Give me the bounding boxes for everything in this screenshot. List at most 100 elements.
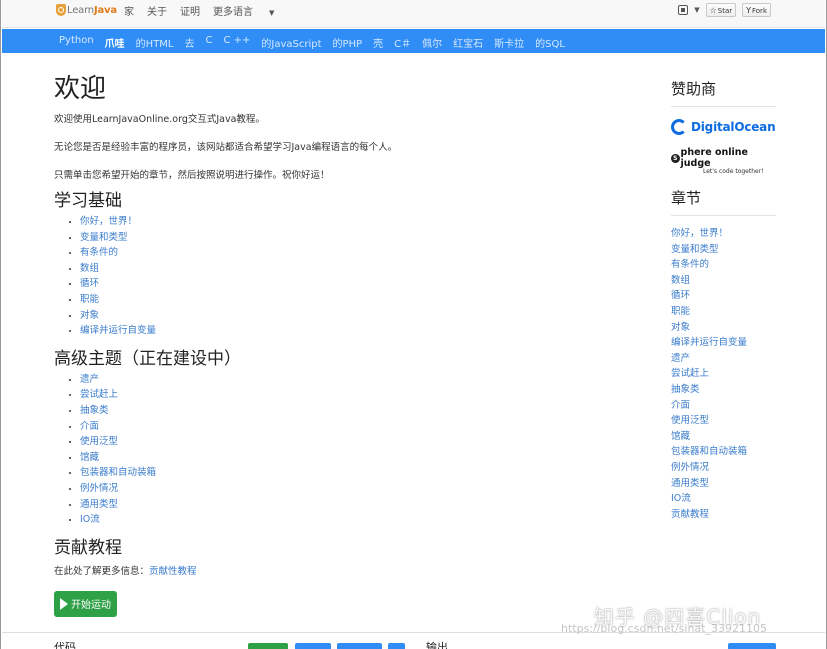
page-title: 欢迎 <box>54 74 107 104</box>
chapter-link[interactable]: 使用泛型 <box>671 413 776 429</box>
advanced-link[interactable]: 尝试赶上 <box>80 387 624 403</box>
output-label: 输出 <box>426 641 448 649</box>
browser-page: LearnJava 家 关于 证明 更多语言 ▼ ▼ ☆Star YFork Py… <box>0 0 827 649</box>
output-action-button[interactable] <box>728 643 776 649</box>
language-tab[interactable]: 的PHP <box>333 35 363 50</box>
nav-home[interactable]: 家 <box>124 3 134 18</box>
chapter-link[interactable]: 贡献教程 <box>671 507 776 523</box>
translate-icon[interactable] <box>678 5 689 15</box>
nav-about[interactable]: 关于 <box>147 3 167 18</box>
basics-link[interactable]: 有条件的 <box>80 245 624 261</box>
basics-link[interactable]: 数组 <box>80 261 624 277</box>
chapters-list: 你好，世界！ 变量和类型 有条件的 数组 循环 职能 对象 编译并运行自变量 遗产 尝试赶上 抽象类… <box>671 226 776 522</box>
language-tab[interactable]: 的SQL <box>535 35 565 50</box>
nav-certificate[interactable]: 证明 <box>180 3 200 18</box>
chapters-heading: 章节 <box>671 187 776 216</box>
intro-paragraph-2: 无论您是否是经验丰富的程序员，该网站都适合希望学习Java编程语言的每个人。 <box>54 142 398 153</box>
chapter-link[interactable]: 职能 <box>671 304 776 320</box>
language-tab[interactable]: 去 <box>185 35 195 50</box>
play-icon <box>60 597 68 610</box>
logo-prefix: Learn <box>67 4 94 16</box>
chapter-link[interactable]: IO流 <box>671 491 776 507</box>
contribute-text: 在此处了解更多信息：贡献性教程 <box>54 565 197 577</box>
sphere-tagline: Let's code together! <box>703 168 764 175</box>
coffee-cup-icon <box>56 4 66 16</box>
start-exercise-button[interactable]: 开始运动 <box>54 590 117 617</box>
chapter-link[interactable]: 抽象类 <box>671 382 776 398</box>
language-bar: Python 爪哇 的HTML 去 C C ++ 的JavaScript 的PHP 壳 C＃ 佩尔红… <box>2 29 825 53</box>
logo-brand: Java <box>93 4 117 16</box>
basics-heading: 学习基础 <box>54 191 122 211</box>
caret-down-icon: ▼ <box>269 9 275 17</box>
advanced-link[interactable]: 通用类型 <box>80 497 624 513</box>
advanced-link[interactable]: IO流 <box>80 512 624 528</box>
language-tab[interactable]: 斯卡拉 <box>494 35 524 50</box>
language-tab[interactable]: 壳 <box>373 35 383 50</box>
github-star-button[interactable]: ☆Star <box>705 3 737 17</box>
language-tab[interactable]: C＃ <box>394 35 411 50</box>
language-list: Python 爪哇 的HTML 去 C C ++ 的JavaScript 的PHP 壳 C＃ 佩尔红… <box>59 35 576 50</box>
language-tab[interactable]: 爪哇 <box>105 35 125 50</box>
chapter-link[interactable]: 介面 <box>671 398 776 414</box>
basics-link[interactable]: 你好，世界！ <box>80 214 624 230</box>
advanced-link[interactable]: 馆藏 <box>80 450 624 466</box>
digitalocean-sponsor[interactable]: DigitalOcean <box>671 119 776 135</box>
chapter-link[interactable]: 循环 <box>671 288 776 304</box>
basics-link[interactable]: 编译并运行自变量 <box>80 323 624 339</box>
github-fork-button[interactable]: YFork <box>742 3 771 17</box>
fork-icon: Y <box>746 6 751 15</box>
chapter-link[interactable]: 通用类型 <box>671 476 776 492</box>
chapter-link[interactable]: 尝试赶上 <box>671 366 776 382</box>
solution-button[interactable] <box>337 643 382 649</box>
settings-button[interactable] <box>388 643 405 649</box>
run-button[interactable] <box>248 643 288 649</box>
advanced-heading: 高级主题（正在建设中） <box>54 348 241 369</box>
chapter-link[interactable]: 例外情况 <box>671 460 776 476</box>
language-tab[interactable]: 的HTML <box>136 35 174 50</box>
reset-button[interactable] <box>295 643 331 649</box>
advanced-link[interactable]: 抽象类 <box>80 403 624 419</box>
sphere-online-judge-sponsor[interactable]: Sphere online judge Let's code together! <box>671 147 776 175</box>
advanced-link[interactable]: 例外情况 <box>80 481 624 497</box>
top-nav: 家 关于 证明 更多语言 ▼ <box>124 3 300 18</box>
sponsors-heading: 赞助商 <box>671 78 776 107</box>
chapter-link[interactable]: 有条件的 <box>671 257 776 273</box>
csdn-watermark: https://blog.csdn.net/sinat_33921105 <box>561 622 767 635</box>
basics-link[interactable]: 对象 <box>80 308 624 324</box>
site-logo[interactable]: LearnJava <box>56 4 117 16</box>
chapter-link[interactable]: 数组 <box>671 273 776 289</box>
intro-paragraph-1: 欢迎使用LearnJavaOnline.org交互式Java教程。 <box>54 114 265 125</box>
language-tab[interactable]: C <box>206 35 213 50</box>
chapter-link[interactable]: 遗产 <box>671 351 776 367</box>
basics-link[interactable]: 变量和类型 <box>80 230 624 246</box>
advanced-link[interactable]: 遗产 <box>80 372 624 388</box>
advanced-link[interactable]: 使用泛型 <box>80 434 624 450</box>
intro-paragraph-3: 只需单击您希望开始的章节，然后按照说明进行操作。祝你好运！ <box>54 170 330 181</box>
top-navbar: LearnJava 家 关于 证明 更多语言 ▼ ▼ ☆Star YFork <box>2 0 825 28</box>
language-tab[interactable]: 的JavaScript <box>261 35 321 50</box>
main-content: 欢迎 欢迎使用LearnJavaOnline.org交互式Java教程。 无论您… <box>54 72 624 617</box>
chapter-link[interactable]: 包装器和自动装箱 <box>671 444 776 460</box>
language-tab[interactable]: Python <box>59 35 94 50</box>
basics-link[interactable]: 循环 <box>80 276 624 292</box>
contribute-heading: 贡献教程 <box>54 537 122 558</box>
chapter-link[interactable]: 馆藏 <box>671 429 776 445</box>
caret-down-icon[interactable]: ▼ <box>694 6 699 14</box>
basics-link[interactable]: 职能 <box>80 292 624 308</box>
contribute-link[interactable]: 贡献性教程 <box>149 566 197 577</box>
chapter-link[interactable]: 变量和类型 <box>671 242 776 258</box>
advanced-list: 遗产尝试赶上抽象类介面使用泛型馆藏包装器和自动装箱例外情况通用类型IO流 <box>80 372 624 528</box>
nav-more-languages[interactable]: 更多语言 ▼ <box>213 3 287 18</box>
chapter-link[interactable]: 编译并运行自变量 <box>671 335 776 351</box>
language-tab[interactable]: 红宝石 <box>453 35 483 50</box>
language-tab[interactable]: C ++ <box>223 35 250 50</box>
language-tab[interactable]: 佩尔 <box>422 35 442 50</box>
advanced-link[interactable]: 介面 <box>80 419 624 435</box>
advanced-link[interactable]: 包装器和自动装箱 <box>80 465 624 481</box>
chapter-link[interactable]: 你好，世界！ <box>671 226 776 242</box>
code-label: 代码 <box>54 641 76 649</box>
basics-list: 你好，世界！变量和类型有条件的数组循环职能对象编译并运行自变量 <box>80 214 624 339</box>
sidebar: 赞助商 DigitalOcean Sphere online judge Let… <box>671 78 776 522</box>
top-right-tools: ▼ ☆Star YFork <box>678 3 771 17</box>
chapter-link[interactable]: 对象 <box>671 320 776 336</box>
